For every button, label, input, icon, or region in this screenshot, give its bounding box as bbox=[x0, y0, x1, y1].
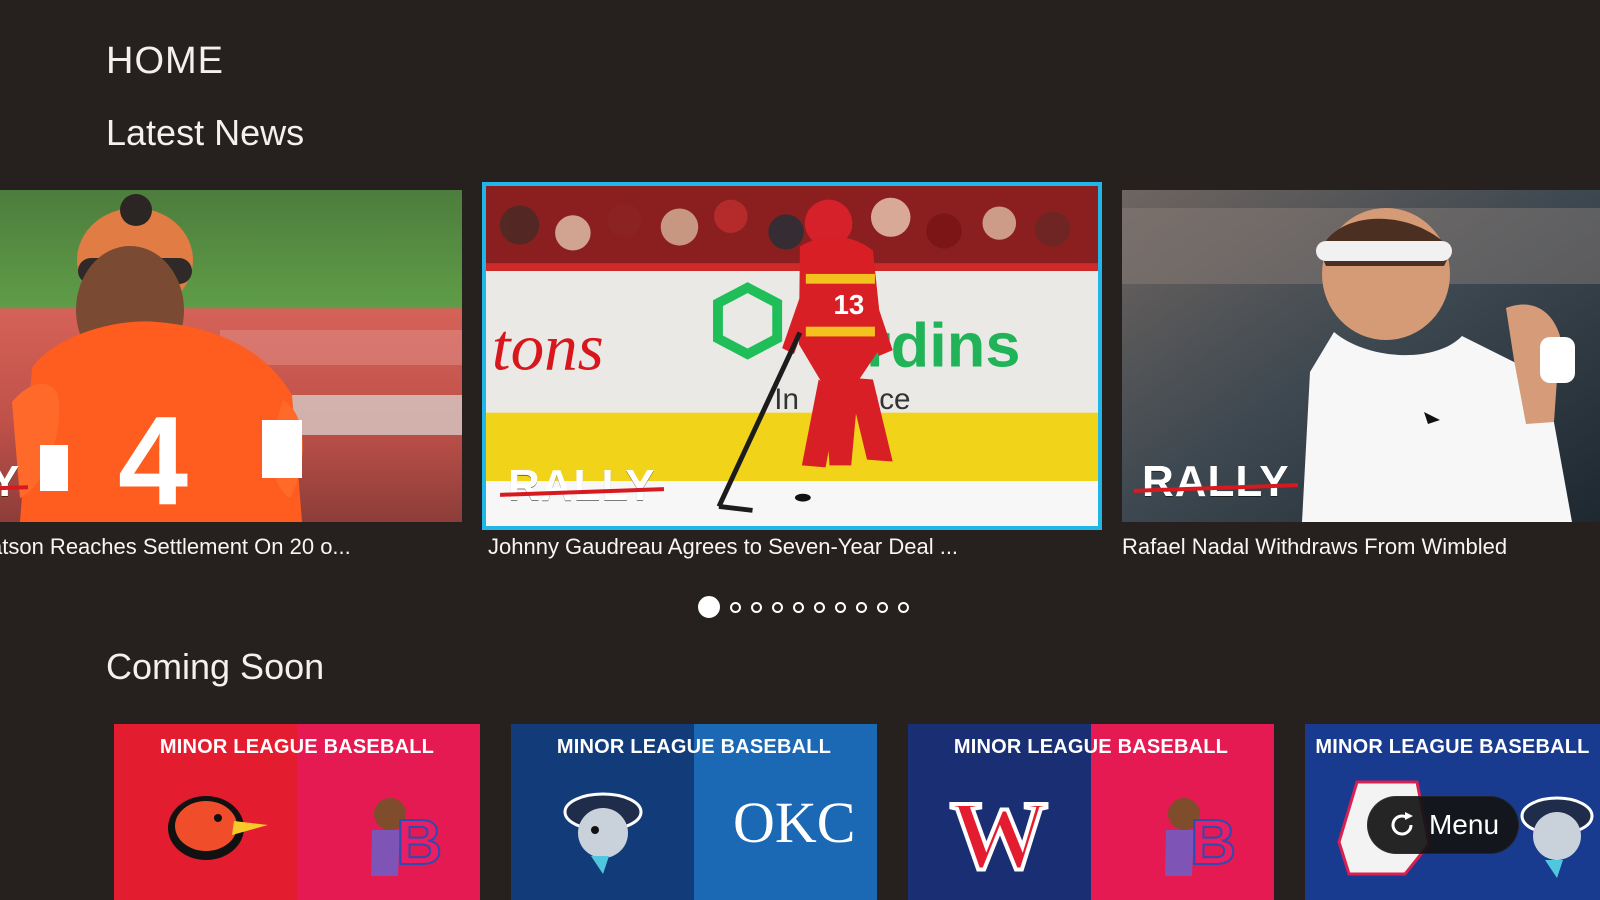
tv-home-screen: HOME Latest News 4 Y atson Reaches Settl… bbox=[0, 0, 1600, 900]
carousel-dot bbox=[730, 601, 741, 613]
news-caption: atson Reaches Settlement On 20 o... bbox=[0, 534, 351, 559]
carousel-dot bbox=[793, 601, 804, 613]
rally-logo: RALLY bbox=[508, 461, 656, 510]
coming-soon-card[interactable]: B MINOR LEAGUE BASEBALL bbox=[114, 724, 480, 900]
svg-text:In: In bbox=[774, 383, 799, 416]
coming-soon-label: MINOR LEAGUE BASEBALL bbox=[1315, 736, 1590, 758]
rally-logo: Y bbox=[0, 460, 20, 504]
news-thumbnail: 4 Y bbox=[0, 190, 462, 522]
carousel-dot bbox=[835, 601, 846, 613]
news-card-gaudreau[interactable]: tons rdins In ance 13 RALLY Johnny Gaudr… bbox=[482, 182, 1102, 570]
news-caption: Johnny Gaudreau Agrees to Seven-Year Dea… bbox=[488, 534, 959, 559]
rally-logo: RALLY bbox=[1142, 457, 1290, 506]
svg-text:B: B bbox=[1190, 806, 1236, 878]
carousel-dot bbox=[856, 601, 867, 613]
carousel-dot bbox=[751, 601, 762, 613]
svg-text:W: W bbox=[950, 782, 1048, 890]
coming-soon-label: MINOR LEAGUE BASEBALL bbox=[556, 736, 832, 758]
latest-news-row: 4 Y atson Reaches Settlement On 20 o... bbox=[0, 182, 1600, 570]
news-caption: Rafael Nadal Withdraws From Wimbled bbox=[1122, 534, 1508, 559]
news-thumbnail: tons rdins In ance 13 RALLY bbox=[482, 182, 1102, 530]
carousel-pagination bbox=[698, 596, 909, 618]
svg-text:B: B bbox=[396, 806, 442, 878]
page-title: HOME bbox=[106, 40, 224, 82]
coming-soon-card[interactable]: W B MINOR LEAGUE BASEBALL bbox=[908, 724, 1274, 900]
football-player-image: 4 bbox=[0, 190, 462, 522]
menu-button[interactable]: Menu bbox=[1367, 796, 1519, 854]
coming-soon-label: MINOR LEAGUE BASEBALL bbox=[953, 736, 1229, 758]
news-card-watson[interactable]: 4 Y atson Reaches Settlement On 20 o... bbox=[0, 190, 462, 570]
coming-soon-label: MINOR LEAGUE BASEBALL bbox=[159, 736, 435, 758]
svg-text:4: 4 bbox=[118, 390, 188, 522]
menu-label: Menu bbox=[1428, 809, 1500, 840]
news-card-nadal[interactable]: RALLY Rafael Nadal Withdraws From Wimble… bbox=[1122, 190, 1600, 570]
carousel-dot bbox=[898, 601, 909, 613]
news-thumbnail: RALLY bbox=[1122, 190, 1600, 522]
coming-soon-card[interactable]: OKC MINOR LEAGUE BASEBALL bbox=[511, 724, 877, 900]
svg-text:OKC: OKC bbox=[733, 790, 855, 855]
carousel-dot bbox=[814, 601, 825, 613]
carousel-dot bbox=[772, 601, 783, 613]
carousel-dot-active bbox=[698, 596, 720, 618]
svg-text:tons: tons bbox=[492, 311, 604, 385]
carousel-dot bbox=[877, 601, 888, 613]
coming-soon-heading: Coming Soon bbox=[106, 646, 325, 687]
refresh-icon bbox=[1387, 810, 1417, 840]
svg-text:13: 13 bbox=[833, 289, 864, 320]
latest-news-heading: Latest News bbox=[106, 112, 305, 153]
